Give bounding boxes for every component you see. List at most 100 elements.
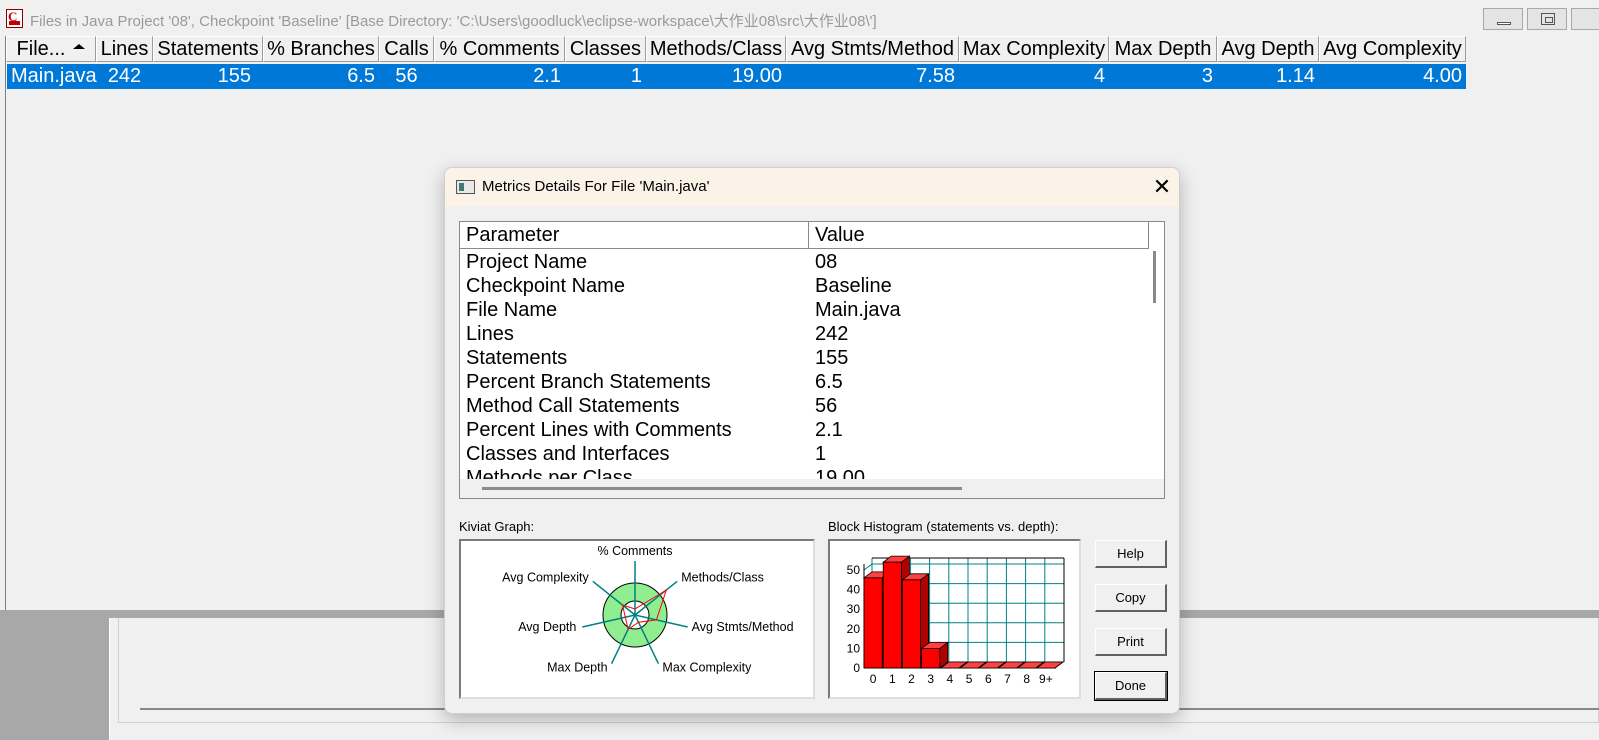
column-header-statements[interactable]: Statements: [153, 36, 263, 62]
cell-calls: 56: [395, 65, 418, 87]
cell-avg-stmts-method: 7.58: [916, 65, 955, 87]
column-header-value[interactable]: Value: [809, 222, 1149, 249]
histogram-x-tick-label: 1: [889, 672, 896, 686]
sort-ascending-icon: [73, 43, 86, 49]
cell-max-complexity: 4: [1093, 65, 1105, 87]
histogram-x-tick-label: 6: [985, 672, 992, 686]
list-item[interactable]: Classes and Interfaces 1: [460, 443, 1149, 467]
column-header-comments[interactable]: % Comments: [434, 36, 565, 62]
copy-button[interactable]: Copy: [1095, 584, 1167, 612]
param-value: Baseline: [815, 275, 892, 297]
parameter-list[interactable]: Parameter Value Project Name 08 Checkpoin…: [459, 221, 1165, 499]
list-item[interactable]: Percent Branch Statements 6.5: [460, 371, 1149, 395]
histogram-bar: [921, 648, 941, 669]
help-button[interactable]: Help: [1095, 540, 1167, 568]
minimize-icon: [1497, 22, 1511, 25]
kiviat-graph: % Comments Methods/Class Avg Stmts/Method M…: [459, 539, 815, 699]
param-value: Main.java: [815, 299, 901, 321]
kiviat-graph-svg: % Comments Methods/Class Avg Stmts/Method M…: [502, 544, 794, 675]
param-value: 242: [815, 323, 849, 345]
histogram-x-tick-label: 2: [908, 672, 915, 686]
param-name: Classes and Interfaces: [466, 443, 670, 465]
cell-lines: 242: [107, 65, 142, 87]
histogram-y-tick-label: 20: [847, 622, 861, 636]
list-item[interactable]: Percent Lines with Comments 2.1: [460, 419, 1149, 443]
param-value: 2.1: [815, 419, 843, 441]
done-button[interactable]: Done: [1094, 671, 1168, 701]
dialog-window-icon: [456, 180, 475, 194]
column-header-parameter[interactable]: Parameter: [460, 222, 809, 249]
table-row[interactable]: Main.java 242 155 6.5 56 2.1 1 19.00 7.5…: [7, 64, 1466, 89]
kiviat-axis-label: Avg Stmts/Method: [692, 620, 794, 634]
list-item[interactable]: Checkpoint Name Baseline: [460, 275, 1149, 299]
window-title: Files in Java Project '08', Checkpoint '…: [30, 13, 877, 30]
close-window-button[interactable]: [1571, 8, 1599, 30]
column-header-methods-class[interactable]: Methods/Class: [646, 36, 786, 62]
histogram-x-tick-label: 7: [1004, 672, 1011, 686]
param-value: 08: [815, 251, 838, 273]
kiviat-axis-label: Avg Complexity: [502, 570, 589, 584]
column-header-classes[interactable]: Classes: [565, 36, 646, 62]
param-name: Percent Lines with Comments: [466, 419, 732, 441]
param-value: 56: [815, 395, 838, 417]
vertical-scrollbar[interactable]: [1149, 249, 1164, 479]
column-header-max-complexity[interactable]: Max Complexity: [959, 36, 1109, 62]
list-item[interactable]: File Name Main.java: [460, 299, 1149, 323]
histogram-bar: [902, 579, 922, 669]
column-header-branches[interactable]: % Branches: [263, 36, 379, 62]
column-header-avg-depth[interactable]: Avg Depth: [1217, 36, 1319, 62]
histogram-y-tick-label: 10: [847, 641, 861, 655]
cell-avg-complexity: 4.00: [1423, 65, 1462, 87]
cell-file: Main.java: [11, 65, 97, 87]
histogram-bar: [882, 561, 902, 669]
print-button[interactable]: Print: [1095, 628, 1167, 656]
param-name: Checkpoint Name: [466, 275, 625, 297]
metrics-details-dialog: Metrics Details For File 'Main.java' ✕ P…: [444, 167, 1180, 714]
list-item[interactable]: Lines 242: [460, 323, 1149, 347]
histogram-x-tick-label: 4: [947, 672, 954, 686]
kiviat-axis-label: Max Depth: [547, 661, 607, 675]
column-header-file[interactable]: File...: [6, 36, 96, 62]
horizontal-scrollbar[interactable]: [460, 479, 1164, 498]
horizontal-scrollbar-thumb[interactable]: [482, 487, 962, 490]
histogram-y-tick-label: 50: [847, 563, 861, 577]
kiviat-axis-label: Methods/Class: [681, 570, 764, 584]
histogram-x-tick-label: 8: [1023, 672, 1030, 686]
restore-icon: [1541, 13, 1555, 25]
dialog-close-icon[interactable]: ✕: [1152, 176, 1172, 198]
table-header: File... Lines Statements % Branches Call…: [6, 36, 1466, 62]
histogram-bar: [863, 577, 883, 669]
kiviat-axis-label: Avg Depth: [518, 620, 576, 634]
param-name: File Name: [466, 299, 558, 321]
cell-branches: 6.5: [347, 65, 375, 87]
kiviat-axis-label: % Comments: [597, 544, 672, 558]
column-header-avg-complexity[interactable]: Avg Complexity: [1319, 36, 1466, 62]
histogram-x-tick-label: 5: [966, 672, 973, 686]
param-name: Method Call Statements: [466, 395, 680, 417]
kiviat-axis-label: Max Complexity: [662, 661, 752, 675]
param-value: 1: [815, 443, 827, 465]
column-header-avg-stmts-method[interactable]: Avg Stmts/Method: [786, 36, 959, 62]
list-item[interactable]: Project Name 08: [460, 251, 1149, 275]
dialog-titlebar: Metrics Details For File 'Main.java' ✕: [445, 168, 1179, 206]
cell-max-depth: 3: [1201, 65, 1213, 87]
restore-button[interactable]: [1527, 8, 1567, 30]
parameter-list-header: Parameter Value: [460, 222, 1149, 249]
minimize-button[interactable]: [1483, 8, 1523, 30]
column-header-max-depth[interactable]: Max Depth: [1109, 36, 1217, 62]
list-item[interactable]: Method Call Statements 56: [460, 395, 1149, 419]
parameter-rows: Project Name 08 Checkpoint Name Baseline F…: [460, 251, 1149, 491]
cell-avg-depth: 1.14: [1276, 65, 1315, 87]
column-header-calls[interactable]: Calls: [379, 36, 434, 62]
list-item[interactable]: Statements 155: [460, 347, 1149, 371]
param-name: Percent Branch Statements: [466, 371, 711, 393]
block-histogram-svg: 010203040500 1 2 3 4 5 6 7 8 9+: [847, 555, 1065, 686]
block-histogram-label: Block Histogram (statements vs. depth):: [828, 519, 1059, 534]
histogram-y-tick-label: 40: [847, 583, 861, 597]
histogram-y-tick-label: 30: [847, 602, 861, 616]
column-header-lines[interactable]: Lines: [96, 36, 153, 62]
vertical-scrollbar-thumb[interactable]: [1153, 251, 1156, 303]
kiviat-graph-label: Kiviat Graph:: [459, 519, 535, 534]
cell-classes: 1: [630, 65, 642, 87]
param-name: Statements: [466, 347, 568, 369]
